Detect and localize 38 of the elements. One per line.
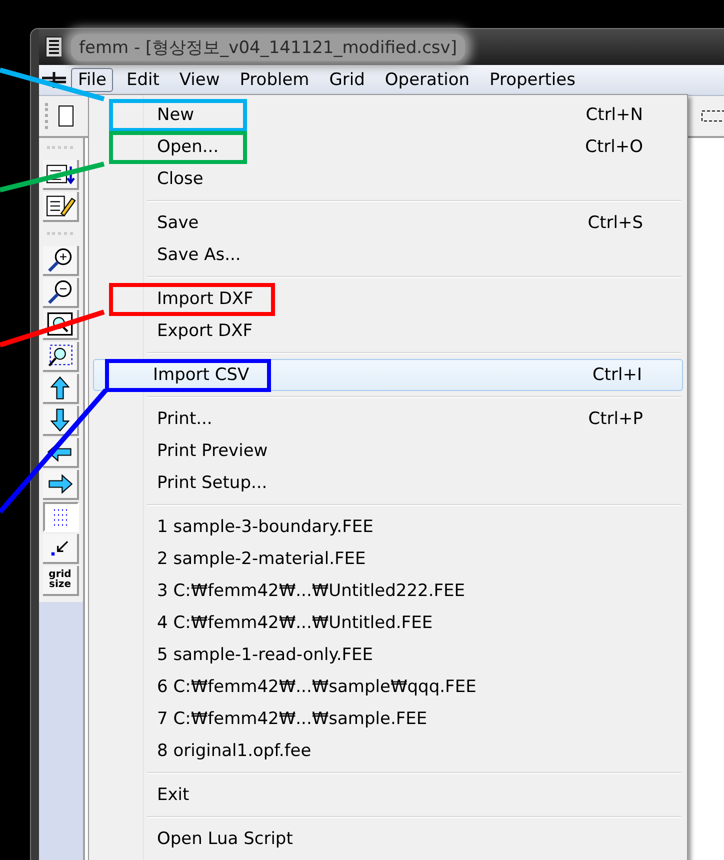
menu-item[interactable]: Print Setup... xyxy=(93,467,683,499)
menu-item[interactable]: 7 C:₩femm42₩...₩sample.FEE xyxy=(93,703,683,735)
menu-item[interactable]: Save As... xyxy=(93,239,683,271)
coil-icon xyxy=(45,36,63,58)
menu-item[interactable]: 1 sample-3-boundary.FEE xyxy=(93,511,683,543)
menu-item[interactable]: Print... Ctrl+P xyxy=(93,403,683,435)
zoom-window-icon[interactable] xyxy=(43,342,79,372)
menu-item[interactable]: 3 C:₩femm42₩...₩Untitled222.FEE xyxy=(93,575,683,607)
zoom-out-icon[interactable] xyxy=(43,278,79,308)
menu-item[interactable]: Print Preview xyxy=(93,435,683,467)
menu-item[interactable]: Open Lua Script xyxy=(93,823,683,855)
menu-bar-item[interactable]: View xyxy=(172,68,227,92)
menu-item[interactable]: Close xyxy=(93,163,683,195)
menu-bar-item[interactable]: File xyxy=(71,68,114,92)
menu-item[interactable]: 4 C:₩femm42₩...₩Untitled.FEE xyxy=(93,607,683,639)
menu-item[interactable]: 5 sample-1-read-only.FEE xyxy=(93,639,683,671)
notes-pencil-icon[interactable] xyxy=(43,192,79,222)
window-title: femm - [형상정보_v04_141121_modified.csv] xyxy=(71,34,465,60)
menu-item[interactable]: 8 original1.opf.fee xyxy=(93,735,683,767)
menu-bar-item[interactable]: Grid xyxy=(322,68,372,92)
menu-bar-item[interactable]: Edit xyxy=(119,68,166,92)
menu-item[interactable]: Save Ctrl+S xyxy=(93,207,683,239)
menu-item[interactable]: 6 C:₩femm42₩...₩sample₩qqq.FEE xyxy=(93,671,683,703)
grid-dots-icon[interactable] xyxy=(43,502,79,532)
menu-bar-item[interactable]: Properties xyxy=(482,68,582,92)
menu-item[interactable]: Import DXF xyxy=(93,283,683,315)
snap-point-icon[interactable] xyxy=(43,534,79,564)
menu-item[interactable]: 2 sample-2-material.FEE xyxy=(93,543,683,575)
menu-item[interactable]: Import CSV Ctrl+I xyxy=(93,359,683,391)
menu-item[interactable]: Export DXF xyxy=(93,315,683,347)
zoom-in-icon[interactable] xyxy=(43,246,79,276)
menu-item[interactable]: Open... Ctrl+O xyxy=(93,131,683,163)
menu-item[interactable]: Exit xyxy=(93,779,683,811)
menu-item[interactable]: New Ctrl+N xyxy=(93,99,683,131)
menu-bar-item[interactable]: Operation xyxy=(378,68,477,92)
menu-bar-item[interactable]: Problem xyxy=(232,68,316,92)
window-menu-icon[interactable] xyxy=(41,71,67,89)
grid-size-button[interactable]: grid size xyxy=(43,566,79,596)
